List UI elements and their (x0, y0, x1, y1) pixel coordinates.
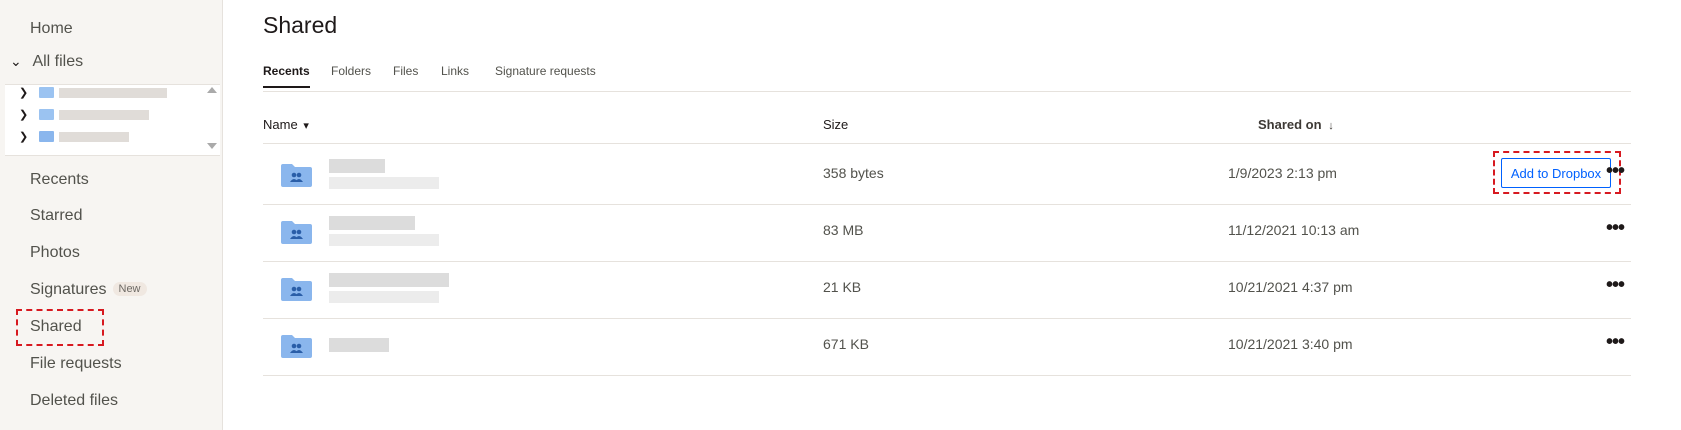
chevron-right-icon[interactable]: ❯ (19, 130, 28, 143)
page-title: Shared (263, 12, 338, 38)
more-options-icon[interactable]: ••• (1606, 332, 1625, 352)
folder-tree: ❯ ❯ ❯ (5, 84, 220, 156)
tab-folders[interactable]: Folders (331, 64, 371, 78)
sidebar: Home ⌄ All files ❯ ❯ ❯ Recents Starred P… (0, 0, 223, 430)
shared-folder-icon (39, 131, 54, 142)
blurred-file-name (329, 216, 415, 230)
sort-down-icon: ▾ (303, 120, 309, 132)
table-row[interactable]: 21 KB 10/21/2021 4:37 pm ••• (263, 258, 1631, 319)
shared-date: 1/9/2023 2:13 pm (1228, 165, 1337, 181)
shared-date: 10/21/2021 3:40 pm (1228, 336, 1353, 352)
blurred-folder-name (59, 132, 129, 142)
shared-folder-icon (281, 335, 312, 358)
chevron-right-icon[interactable]: ❯ (19, 86, 28, 99)
blurred-folder-name (59, 110, 149, 120)
tab-files[interactable]: Files (393, 64, 418, 78)
sidebar-item-home[interactable]: Home (30, 20, 73, 38)
main-content: Shared Recents Folders Files Links Signa… (223, 0, 1681, 430)
file-size: 21 KB (823, 279, 862, 295)
blurred-file-subtitle (329, 291, 439, 303)
blurred-file-subtitle (329, 234, 439, 246)
more-options-icon[interactable]: ••• (1606, 161, 1625, 181)
column-header-name[interactable]: Name ▾ (263, 117, 309, 132)
table-row[interactable]: 83 MB 11/12/2021 10:13 am ••• (263, 201, 1631, 262)
file-size: 83 MB (823, 222, 864, 238)
tab-recents[interactable]: Recents (263, 64, 310, 88)
sidebar-item-label: Signatures (30, 281, 107, 298)
sidebar-item-label: All files (32, 53, 84, 70)
folder-icon (39, 87, 54, 98)
chevron-down-icon[interactable]: ⌄ (10, 53, 24, 70)
shared-folder-icon (281, 221, 312, 244)
blurred-file-name (329, 159, 385, 173)
table-row[interactable]: 358 bytes 1/9/2023 2:13 pm Add to Dropbo… (263, 144, 1631, 205)
sidebar-item-starred[interactable]: Starred (30, 207, 82, 225)
blurred-file-name (329, 338, 389, 352)
column-header-label: Shared on (1258, 117, 1322, 132)
shared-folder-icon (281, 278, 312, 301)
shared-folder-icon (281, 164, 312, 187)
shared-date: 11/12/2021 10:13 am (1228, 222, 1360, 238)
table-row[interactable]: 671 KB 10/21/2021 3:40 pm ••• (263, 315, 1631, 376)
sidebar-item-photos[interactable]: Photos (30, 244, 80, 262)
sidebar-item-deleted-files[interactable]: Deleted files (30, 392, 118, 410)
scroll-down-icon[interactable] (207, 143, 217, 149)
more-options-icon[interactable]: ••• (1606, 218, 1625, 238)
shared-highlight-box (16, 309, 104, 346)
blurred-file-subtitle (329, 177, 439, 189)
column-header-size[interactable]: Size (823, 117, 848, 132)
shared-date: 10/21/2021 4:37 pm (1228, 279, 1353, 295)
column-header-shared-on[interactable]: Shared on ↓ (1258, 117, 1334, 132)
chevron-right-icon[interactable]: ❯ (19, 108, 28, 121)
add-to-dropbox-button[interactable]: Add to Dropbox (1501, 158, 1611, 188)
file-size: 671 KB (823, 336, 869, 352)
table-header: Name ▾ Size Shared on ↓ (263, 108, 1631, 144)
tree-scrollbar[interactable] (206, 85, 218, 155)
blurred-folder-name (59, 88, 167, 98)
file-size: 358 bytes (823, 165, 884, 181)
column-header-label: Name (263, 117, 298, 132)
scroll-up-icon[interactable] (207, 87, 217, 93)
more-options-icon[interactable]: ••• (1606, 275, 1625, 295)
tab-bar: Recents Folders Files Links Signature re… (263, 62, 1631, 92)
sidebar-item-all-files[interactable]: ⌄ All files (10, 53, 83, 71)
sidebar-item-recents[interactable]: Recents (30, 171, 89, 189)
new-badge: New (112, 282, 147, 296)
sort-arrow-icon: ↓ (1328, 120, 1334, 132)
tab-signature-requests[interactable]: Signature requests (495, 64, 596, 78)
blurred-file-name (329, 273, 449, 287)
sidebar-item-signatures[interactable]: Signatures New (30, 281, 147, 299)
tab-links[interactable]: Links (441, 64, 469, 78)
folder-icon (39, 109, 54, 120)
sidebar-item-file-requests[interactable]: File requests (30, 355, 122, 373)
